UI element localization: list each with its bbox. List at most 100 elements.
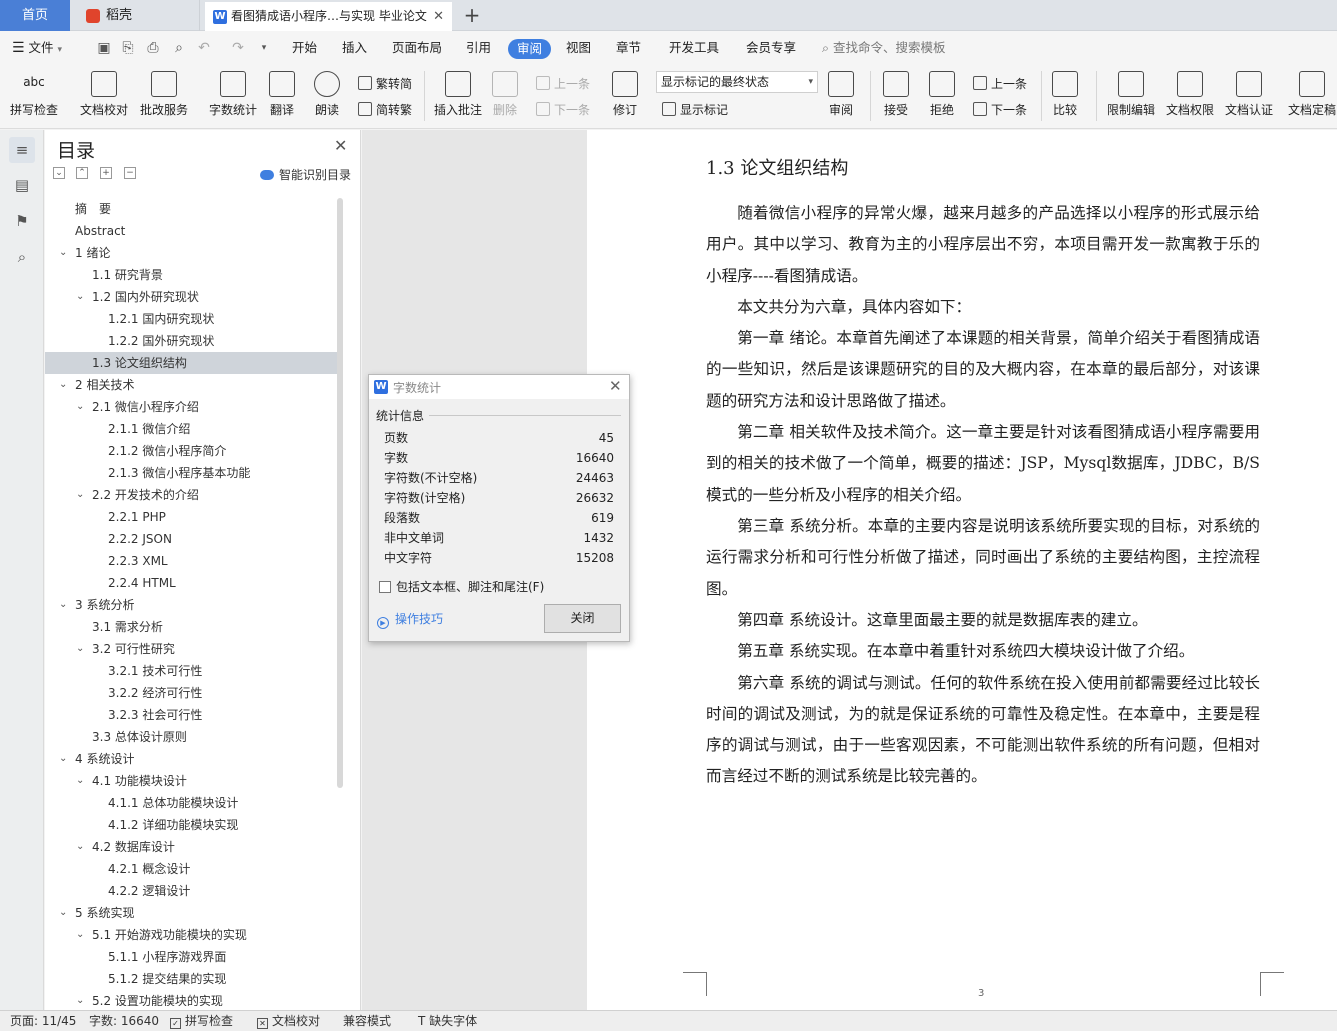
delete-comment-button[interactable]: 删除	[492, 71, 518, 118]
toc-item[interactable]: 3.2.2 经济可行性	[45, 682, 337, 704]
tab-document[interactable]: W 看图猜成语小程序…与实现 毕业论文 ✕	[205, 2, 452, 31]
close-button[interactable]: 关闭	[544, 604, 621, 633]
file-menu[interactable]: ☰ 文件 ▾	[12, 31, 62, 65]
restrict-edit-button[interactable]: 限制编辑	[1107, 71, 1155, 118]
toc-item[interactable]: 5.1.2 提交结果的实现	[45, 968, 337, 990]
toc-item[interactable]: ⌄ 5 系统实现	[45, 902, 337, 924]
spell-check-toggle[interactable]: ✓ 拼写检查	[170, 1011, 233, 1031]
chevron-down-icon[interactable]: ⌄	[59, 902, 67, 924]
toc-item[interactable]: 3.2.1 技术可行性	[45, 660, 337, 682]
include-footnotes-checkbox[interactable]	[379, 581, 391, 593]
doc-permission-button[interactable]: 文档权限	[1166, 71, 1214, 118]
missing-font-indicator[interactable]: T 缺失字体	[418, 1011, 477, 1031]
word-count-button[interactable]: 字数统计	[209, 71, 257, 118]
toc-item[interactable]: ⌄ 1 绪论	[45, 242, 337, 264]
reject-button[interactable]: 拒绝	[929, 71, 955, 118]
markup-display-select[interactable]: 显示标记的最终状态 ▾	[656, 71, 818, 93]
toc-item[interactable]: 1.1 研究背景	[45, 264, 337, 286]
spell-check-button[interactable]: abc 拼写检查	[10, 71, 58, 118]
redo-icon[interactable]: ↷	[230, 40, 246, 56]
close-icon[interactable]: ✕	[609, 377, 622, 395]
toc-item[interactable]: 1.3 论文组织结构	[45, 352, 337, 374]
prev-change-button[interactable]: 上一条	[973, 75, 1027, 92]
chevron-down-icon[interactable]: ⌄	[76, 770, 84, 792]
menu-review[interactable]: 审阅	[508, 39, 552, 59]
doc-finalize-button[interactable]: 文档定稿	[1288, 71, 1336, 118]
dialog-titlebar[interactable]: W 字数统计 ✕	[369, 375, 629, 399]
show-markup-button[interactable]: 显示标记	[662, 101, 728, 118]
menu-page-layout[interactable]: 页面布局	[392, 31, 442, 65]
tab-home[interactable]: 首页	[0, 0, 70, 31]
collapse-all-icon[interactable]: ⌄	[53, 167, 65, 179]
menu-insert[interactable]: 插入	[342, 31, 367, 65]
toc-panel-icon[interactable]: ≡	[9, 137, 35, 163]
toc-item[interactable]: 摘 要	[45, 198, 337, 220]
chevron-down-icon[interactable]: ⌄	[76, 396, 84, 418]
toc-item[interactable]: 2.2.3 XML	[45, 550, 337, 572]
chevron-down-icon[interactable]: ⌄	[76, 924, 84, 946]
chevron-down-icon[interactable]: ⌄	[76, 484, 84, 506]
close-tab-icon[interactable]: ✕	[433, 2, 444, 31]
quick-access-more-icon[interactable]: ▾	[256, 40, 272, 56]
chevron-down-icon[interactable]: ⌄	[59, 594, 67, 616]
chevron-down-icon[interactable]: ⌄	[76, 286, 84, 308]
menu-start[interactable]: 开始	[292, 31, 317, 65]
undo-icon[interactable]: ↶	[196, 40, 212, 56]
toc-item[interactable]: 2.2.1 PHP	[45, 506, 337, 528]
toc-item[interactable]: 2.1.3 微信小程序基本功能	[45, 462, 337, 484]
toc-item[interactable]: ⌄ 5.1 开始游戏功能模块的实现	[45, 924, 337, 946]
chevron-down-icon[interactable]: ⌄	[76, 990, 84, 1006]
menu-references[interactable]: 引用	[466, 31, 491, 65]
toc-item[interactable]: 4.2.2 逻辑设计	[45, 880, 337, 902]
toc-item[interactable]: ⌄ 5.2 设置功能模块的实现	[45, 990, 337, 1006]
print-preview-icon[interactable]: ⌕	[171, 40, 187, 56]
expand-all-icon[interactable]: ⌃	[76, 167, 88, 179]
document-page[interactable]: 1.3 论文组织结构 随着微信小程序的异常火爆，越来月越多的产品选择以小程序的形…	[587, 130, 1337, 1010]
compare-button[interactable]: 比较	[1052, 71, 1078, 118]
prev-comment-button[interactable]: 上一条	[536, 75, 590, 92]
toc-item[interactable]: 4.1.2 详细功能模块实现	[45, 814, 337, 836]
toc-item[interactable]: ⌄ 4 系统设计	[45, 748, 337, 770]
chevron-down-icon[interactable]: ⌄	[59, 374, 67, 396]
word-count-indicator[interactable]: 字数: 16640	[89, 1011, 159, 1031]
menu-view[interactable]: 视图	[566, 31, 591, 65]
next-change-button[interactable]: 下一条	[973, 101, 1027, 118]
read-aloud-button[interactable]: 朗读	[314, 71, 340, 118]
new-tab-button[interactable]: +	[460, 0, 484, 31]
save-icon[interactable]: ▣	[96, 40, 112, 56]
doc-auth-button[interactable]: 文档认证	[1225, 71, 1273, 118]
toc-item[interactable]: 2.2.2 JSON	[45, 528, 337, 550]
toc-item[interactable]: 3.2.3 社会可行性	[45, 704, 337, 726]
menu-chapter[interactable]: 章节	[616, 31, 641, 65]
toc-item[interactable]: 2.1.1 微信介绍	[45, 418, 337, 440]
page-indicator[interactable]: 页面: 11/45	[10, 1011, 76, 1031]
chevron-down-icon[interactable]: ⌄	[59, 748, 67, 770]
toc-item[interactable]: ⌄ 2.1 微信小程序介绍	[45, 396, 337, 418]
insert-comment-button[interactable]: 插入批注	[434, 71, 482, 118]
toc-scrollbar[interactable]	[337, 198, 343, 788]
toc-item[interactable]: 1.2.2 国外研究现状	[45, 330, 337, 352]
toc-item[interactable]: 3.1 需求分析	[45, 616, 337, 638]
toc-item[interactable]: 4.2.1 概念设计	[45, 858, 337, 880]
toc-item[interactable]: ⌄ 4.2 数据库设计	[45, 836, 337, 858]
simplified-to-traditional-button[interactable]: 简转繁	[358, 101, 412, 118]
track-changes-button[interactable]: 修订	[612, 71, 638, 118]
next-comment-button[interactable]: 下一条	[536, 101, 590, 118]
traditional-to-simplified-button[interactable]: 繁转简	[358, 75, 412, 92]
remove-heading-icon[interactable]: −	[124, 167, 136, 179]
menu-developer[interactable]: 开发工具	[669, 31, 719, 65]
doc-proof-button[interactable]: 文档校对	[80, 71, 128, 118]
translate-button[interactable]: 翻译	[269, 71, 295, 118]
toc-item[interactable]: ⌄ 3 系统分析	[45, 594, 337, 616]
toc-item[interactable]: 5.1.1 小程序游戏界面	[45, 946, 337, 968]
bookmark-icon[interactable]: ⚑	[9, 208, 35, 234]
toc-item[interactable]: 2.1.2 微信小程序简介	[45, 440, 337, 462]
chapter-panel-icon[interactable]: ▤	[9, 172, 35, 198]
toc-item[interactable]: 1.2.1 国内研究现状	[45, 308, 337, 330]
doc-proof-toggle[interactable]: ✕ 文档校对	[257, 1011, 320, 1031]
toc-item[interactable]: ⌄ 4.1 功能模块设计	[45, 770, 337, 792]
toc-item[interactable]: ⌄ 3.2 可行性研究	[45, 638, 337, 660]
menu-member[interactable]: 会员专享	[746, 31, 796, 65]
toc-item[interactable]: ⌄ 2 相关技术	[45, 374, 337, 396]
export-icon[interactable]: ⎘	[120, 40, 136, 56]
